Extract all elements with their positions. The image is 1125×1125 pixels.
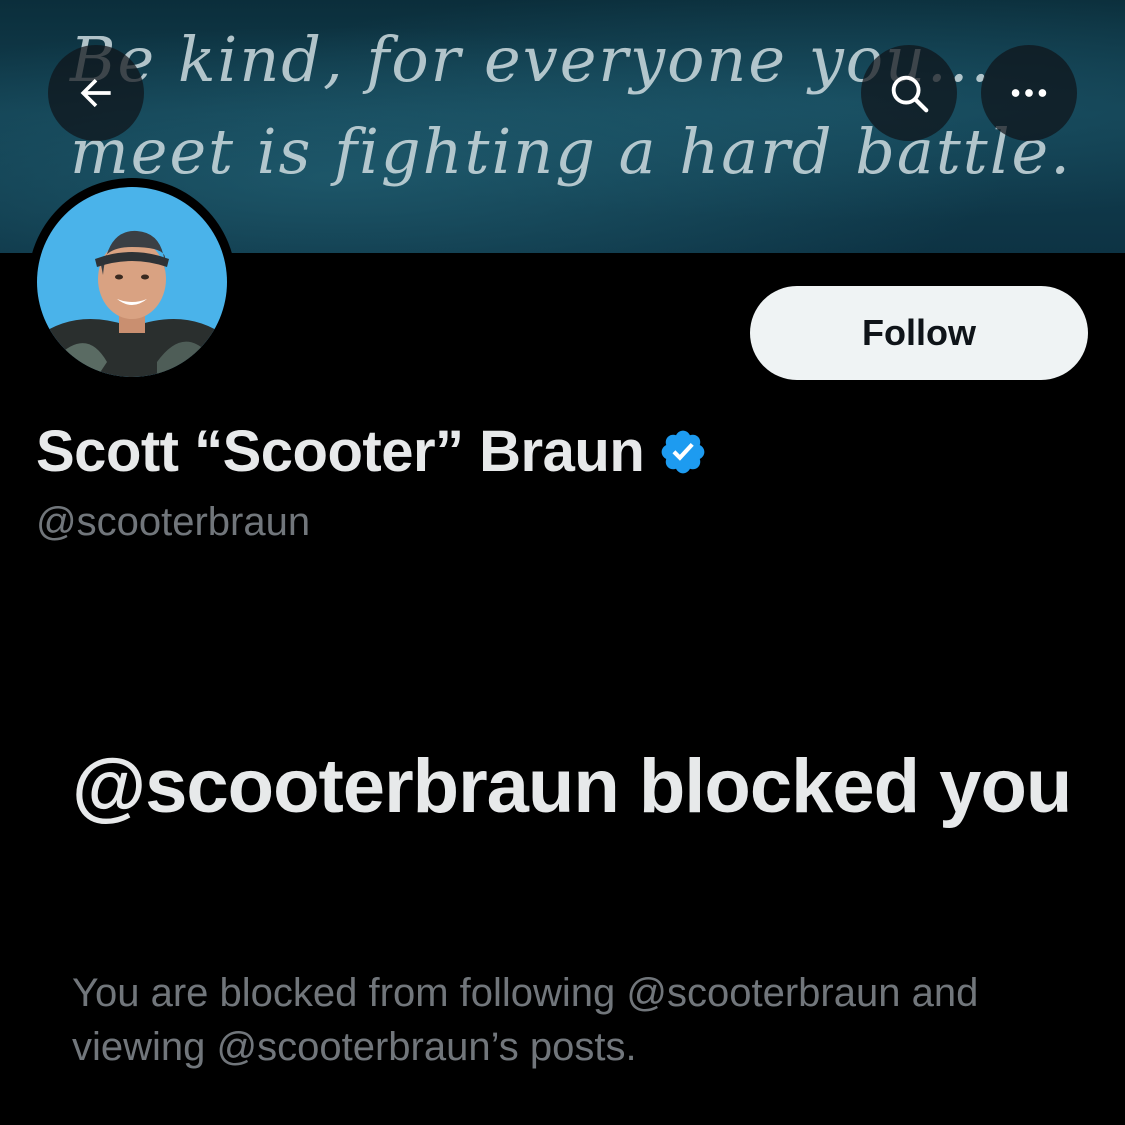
- more-horizontal-icon: [1011, 89, 1047, 97]
- banner-quote-line2: meet is fighting a hard battle.: [70, 115, 1072, 188]
- avatar-image: [37, 187, 227, 377]
- verified-badge-icon[interactable]: [658, 427, 708, 477]
- search-icon: [891, 75, 929, 113]
- blocked-description: You are blocked from following @scooterb…: [72, 971, 979, 1069]
- more-options-button[interactable]: [981, 45, 1077, 141]
- avatar[interactable]: [28, 178, 236, 386]
- profile-name-row: Scott “Scooter” Braun: [36, 418, 708, 485]
- blocked-title: @scooterbraun blocked you: [72, 744, 1072, 829]
- search-button[interactable]: [861, 45, 957, 141]
- arrow-left-icon: [80, 78, 111, 108]
- back-button[interactable]: [48, 45, 144, 141]
- follow-button[interactable]: Follow: [750, 286, 1088, 380]
- display-name: Scott “Scooter” Braun: [36, 419, 645, 484]
- profile-handle: @scooterbraun: [36, 500, 311, 544]
